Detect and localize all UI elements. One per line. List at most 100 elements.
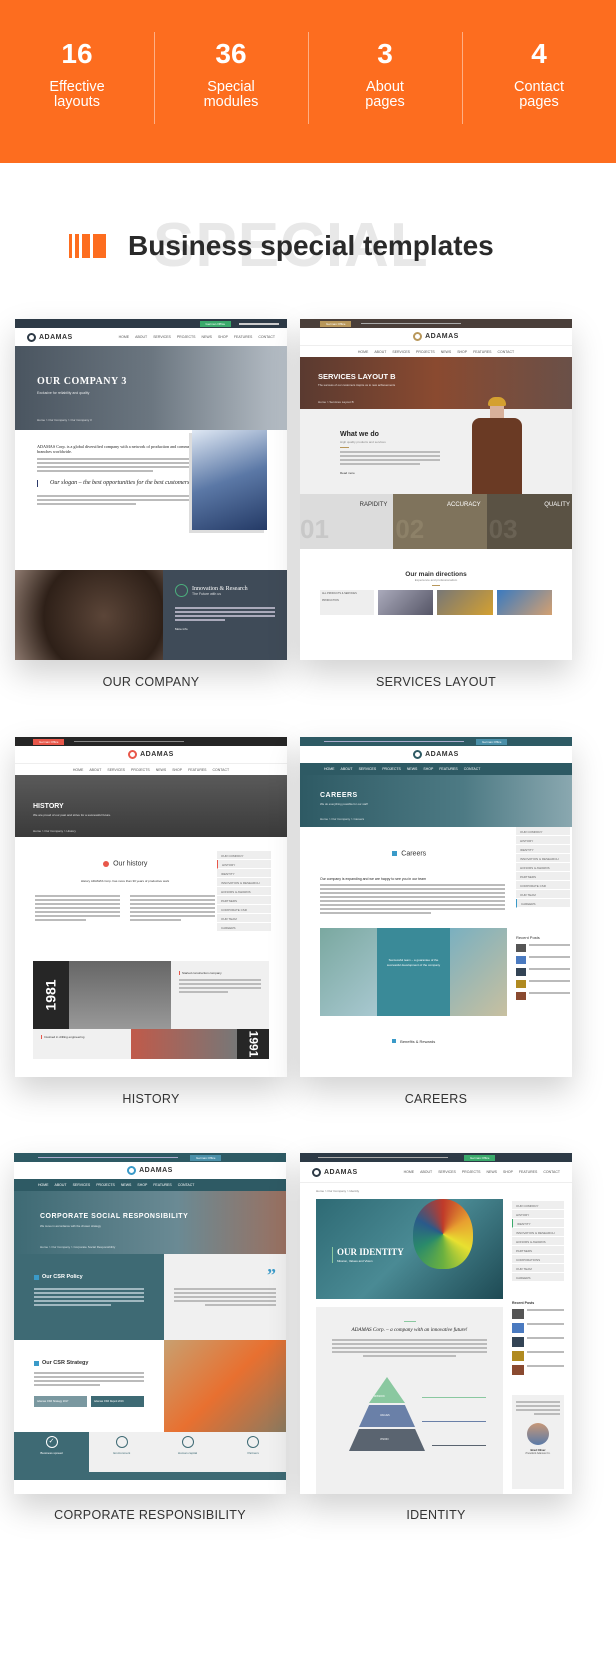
team-quote: Successful team – a guarantee of the suc… xyxy=(377,928,450,1016)
group-icon xyxy=(247,1436,260,1448)
sidebar-item[interactable]: INNOVATION & RESEARCH xyxy=(516,854,570,863)
intro-text: ADAMAS Corp. is a global diversified com… xyxy=(37,444,198,454)
worker-image xyxy=(164,1340,286,1432)
tab-human-capital[interactable]: Human capital xyxy=(155,1432,221,1472)
site-header: ADAMAS xyxy=(300,746,572,763)
sidebar-item[interactable]: CORPORATIONS xyxy=(512,1255,564,1264)
sidebar-item[interactable]: OUR TEAM xyxy=(516,890,570,899)
stat-label: Contact pages xyxy=(514,78,564,110)
section-title: Our history xyxy=(113,860,148,868)
feature-title: RAPIDITY xyxy=(359,502,388,508)
caption-careers: CAREERS xyxy=(404,1092,468,1106)
sidebar-item[interactable]: HISTORY xyxy=(516,836,570,845)
office-selector: German Office xyxy=(199,320,231,327)
logo: ADAMAS xyxy=(128,750,174,759)
stat-layouts: 16 Effective layouts xyxy=(0,36,154,128)
caption-history: HISTORY xyxy=(122,1092,180,1106)
timeline-1981: 1981 Started construction company xyxy=(33,961,269,1029)
breadcrumb: Home > Our Company > Careers xyxy=(320,817,365,821)
stat-modules: 36 Special modules xyxy=(154,31,308,128)
sidebar-item[interactable]: PARTNERS xyxy=(512,1246,564,1255)
logo: ADAMAS xyxy=(413,750,459,759)
balloon-image xyxy=(413,1199,473,1269)
sidebar-item[interactable]: INNOVATION & RESEARCH xyxy=(217,878,271,887)
breadcrumb: Home > Our Company > Our Company 3 xyxy=(37,418,92,422)
logo: ADAMAS xyxy=(27,332,73,342)
sidebar-item[interactable]: HONORS & AWARDS xyxy=(512,1237,564,1246)
hero-title: CORPORATE SOCIAL RESPONSIBILITY xyxy=(40,1213,189,1220)
sidebar-item[interactable]: CAREERS xyxy=(512,1273,564,1282)
template-card-history[interactable]: German Office ADAMAS HOME ABOUT SERVICES PR… xyxy=(15,737,287,1077)
sidebar-item[interactable]: PARTNERS xyxy=(217,896,271,905)
hero-title: CAREERS xyxy=(320,792,358,799)
sidebar-item[interactable]: IDENTITY xyxy=(217,869,271,878)
tab-environment[interactable]: Environment xyxy=(89,1432,155,1472)
strategy-icon xyxy=(34,1360,39,1366)
tab-business-spread[interactable]: ✓ Business spread xyxy=(14,1432,89,1472)
hero-title: HISTORY xyxy=(33,803,64,810)
values-pyramid: MISSION VALUES VISION xyxy=(332,1377,487,1457)
template-card-our-company[interactable]: German Office ADAMAS HOME ABOUT SERVICES PR… xyxy=(15,319,287,660)
features-row: 01 RAPIDITY 02 ACCURACY 03 QUALITY xyxy=(300,494,572,549)
careers-lead: Our company is expanding and we are happ… xyxy=(320,877,427,881)
policy-icon xyxy=(34,1274,39,1280)
sidebar-item-active[interactable]: CAREERS xyxy=(516,899,570,908)
hero-subtitle: We are proud of our past and strive for … xyxy=(33,813,111,817)
csr-tabs: ✓ Business spread Environment Human capi… xyxy=(14,1432,286,1472)
nav-menu: HOME ABOUT SERVICES PROJECTS NEWS SHOP FEATURE… xyxy=(300,345,572,357)
identity-lead: ADAMAS Corp. – a company with an innovat… xyxy=(351,1327,468,1333)
topbar: German Office xyxy=(300,319,572,328)
tab-partners[interactable]: Partners xyxy=(220,1432,286,1472)
template-card-identity[interactable]: German Office ADAMAS HOME ABOUT SERVICES PR… xyxy=(300,1153,572,1494)
template-card-careers[interactable]: German Office ADAMAS HOME ABOUT SERVICES PR… xyxy=(300,737,572,1077)
hero-banner: OUR IDENTITY Mission, Values and Vision xyxy=(316,1199,503,1299)
sidebar-item[interactable]: OUR COMPANY xyxy=(217,851,271,860)
sidebar-nav: OUR COMPANY HISTORY IDENTITY INNOVATION … xyxy=(217,851,271,932)
caption-identity: IDENTITY xyxy=(406,1508,466,1522)
sidebar-item[interactable]: CORPORATE CSR xyxy=(516,881,570,890)
stat-number: 36 xyxy=(215,37,247,69)
more-info-link[interactable]: More info xyxy=(175,627,275,631)
recent-posts-title: Recent Posts xyxy=(512,1301,535,1305)
nav-menu: HOME ABOUT SERVICES PROJECTS NEWS SHOP FEATURE… xyxy=(300,763,572,775)
csr-strategy-download-button[interactable]: Adamas CSR Strategy 2017 xyxy=(34,1396,87,1407)
stat-label: Effective layouts xyxy=(49,78,105,110)
template-card-corporate-responsibility[interactable]: German Office ADAMAS HOME ABOUT SERVICES PR… xyxy=(14,1153,286,1494)
topbar: German Office xyxy=(15,737,287,746)
sidebar-item[interactable]: CORPORATE CSR xyxy=(217,905,271,914)
caption-our-company: OUR COMPANY xyxy=(102,675,200,689)
sidebar-item[interactable]: OUR TEAM xyxy=(512,1264,564,1273)
csr-report-download-button[interactable]: Adamas CSR Report 2016 xyxy=(91,1396,144,1407)
sidebar-item[interactable]: IDENTITY xyxy=(516,845,570,854)
sidebar-item-active[interactable]: HISTORY xyxy=(217,860,271,869)
directions-title: Our main directions xyxy=(405,571,467,578)
feature-subtitle: The Future with us xyxy=(192,591,221,596)
sidebar-item[interactable]: PARTNERS xyxy=(516,872,570,881)
sidebar-item[interactable]: OUR TEAM xyxy=(217,914,271,923)
sidebar-item[interactable]: OUR COMPANY xyxy=(512,1201,564,1210)
office-selector: German Office xyxy=(464,1154,496,1161)
template-card-services-layout[interactable]: German Office ADAMAS HOME ABOUT SERVICES PR… xyxy=(300,319,572,660)
stat-number: 4 xyxy=(531,37,547,69)
breadcrumb: Home > Our Company > Corporate Social Re… xyxy=(40,1245,116,1249)
sidebar-item[interactable]: CAREERS xyxy=(217,923,271,932)
microscope-image xyxy=(15,570,163,660)
feature-accuracy: 02 ACCURACY xyxy=(393,494,487,549)
history-icon xyxy=(102,860,109,867)
hero-subtitle: We move in accordance with the chosen st… xyxy=(40,1224,101,1228)
feature-section: Innovation & Research The Future with us… xyxy=(15,570,287,660)
sidebar-item[interactable]: HONORS & AWARDS xyxy=(217,887,271,896)
topbar: German Office xyxy=(14,1153,286,1162)
hero-banner: HISTORY We are proud of our past and str… xyxy=(15,775,287,837)
testimonial: Brad Oliver President Adamas Co. xyxy=(512,1395,564,1489)
sidebar-item[interactable]: INNOVATION & RESEARCH xyxy=(512,1228,564,1237)
sidebar-item[interactable]: HONORS & AWARDS xyxy=(516,863,570,872)
sidebar-item[interactable]: OUR COMPANY xyxy=(516,827,570,836)
section-lead: History ADAMAS Corp. has more than 30 ye… xyxy=(80,879,170,883)
hero-subtitle: Mission, Values and Vision xyxy=(337,1259,373,1263)
timeline-year: 1991 xyxy=(245,1030,260,1058)
csr-policy-row: Our CSR Policy ” xyxy=(14,1254,286,1340)
sidebar-item[interactable]: HISTORY xyxy=(512,1210,564,1219)
nav-menu: HOME ABOUT SERVICES PROJECTS NEWS SHOP FEATURE… xyxy=(15,763,287,775)
sidebar-item-active[interactable]: IDENTITY xyxy=(512,1219,564,1228)
